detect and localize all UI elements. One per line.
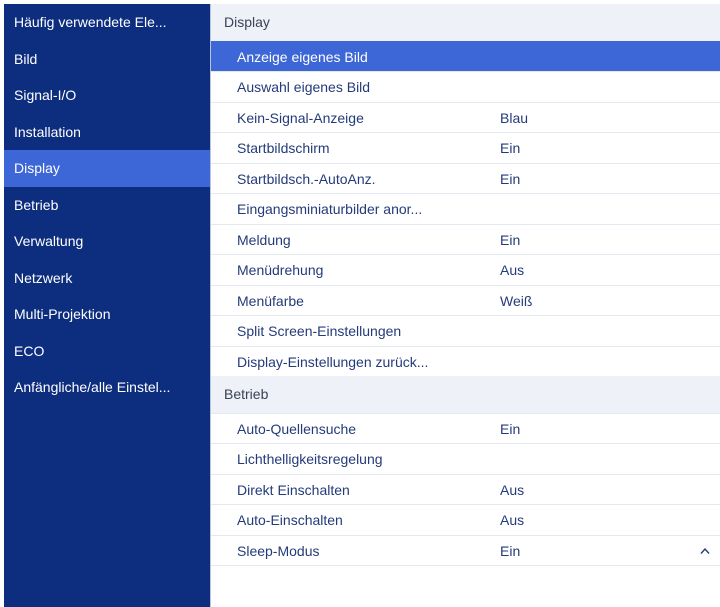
- row-label: Startbildsch.-AutoAnz.: [237, 170, 376, 187]
- sidebar-item-eco[interactable]: ECO: [4, 333, 210, 370]
- section-header-betrieb: Betrieb: [211, 376, 720, 413]
- sidebar-item-signal-io[interactable]: Signal-I/O: [4, 77, 210, 114]
- row-label: Menüfarbe: [237, 292, 304, 309]
- row-value: Blau: [500, 109, 529, 126]
- menu-row[interactable]: Split Screen-Einstellungen: [211, 315, 720, 346]
- category-sidebar: Häufig verwendete Ele... Bild Signal-I/O…: [4, 4, 210, 607]
- row-label: Auswahl eigenes Bild: [237, 79, 371, 95]
- menu-row[interactable]: Kein-Signal-Anzeige Blau: [211, 101, 720, 133]
- row-value: Ein: [500, 420, 521, 437]
- menu-row[interactable]: Auto-Quellensuche Ein: [211, 412, 720, 444]
- row-label: Split Screen-Einstellungen: [237, 323, 402, 339]
- settings-list: Display Anzeige eigenes Bild Auswahl eig…: [211, 4, 720, 607]
- menu-row[interactable]: Menüdrehung Aus: [211, 254, 720, 285]
- row-value: Ein: [500, 170, 521, 187]
- row-value: Aus: [500, 481, 525, 498]
- menu-row[interactable]: Direkt Einschalten Aus: [211, 473, 720, 505]
- row-value: Aus: [500, 512, 525, 528]
- menu-row[interactable]: Startbildsch.-AutoAnz. Ein: [211, 162, 720, 194]
- sidebar-item-anfaengliche[interactable]: Anfängliche/alle Einstel...: [4, 369, 210, 406]
- menu-row[interactable]: Meldung Ein: [211, 223, 720, 255]
- sidebar-item-haeufig[interactable]: Häufig verwendete Ele...: [4, 4, 210, 41]
- menu-row[interactable]: Sleep-Modus Ein: [211, 534, 720, 566]
- menu-row[interactable]: Eingangsminiaturbilder anor...: [211, 193, 720, 224]
- chevron-up-icon[interactable]: [700, 547, 710, 555]
- row-label: Startbildschirm: [237, 140, 330, 156]
- menu-row[interactable]: Anzeige eigenes Bild: [211, 40, 720, 71]
- row-label: Eingangsminiaturbilder anor...: [237, 201, 423, 217]
- row-label: Direkt Einschalten: [237, 481, 350, 498]
- row-value: Weiß: [500, 292, 533, 309]
- sidebar-item-multi-projektion[interactable]: Multi-Projektion: [4, 296, 210, 333]
- row-value: Ein: [500, 231, 521, 248]
- row-value: Ein: [500, 542, 521, 559]
- projector-menu: Häufig verwendete Ele... Bild Signal-I/O…: [4, 4, 720, 607]
- sidebar-item-betrieb[interactable]: Betrieb: [4, 187, 210, 224]
- row-label: Auto-Quellensuche: [237, 420, 357, 437]
- row-label: Menüdrehung: [237, 262, 324, 278]
- sidebar-item-netzwerk[interactable]: Netzwerk: [4, 260, 210, 297]
- menu-row[interactable]: Auto-Einschalten Aus: [211, 504, 720, 535]
- row-label: Auto-Einschalten: [237, 512, 343, 528]
- menu-row[interactable]: Menüfarbe Weiß: [211, 284, 720, 316]
- menu-row[interactable]: Lichthelligkeitsregelung: [211, 443, 720, 474]
- section-header-display: Display: [211, 4, 720, 41]
- row-value: Ein: [500, 140, 521, 156]
- row-label: Sleep-Modus: [237, 542, 320, 559]
- sidebar-item-verwaltung[interactable]: Verwaltung: [4, 223, 210, 260]
- sidebar-item-display[interactable]: Display: [4, 150, 210, 187]
- menu-row[interactable]: Display-Einstellungen zurück...: [211, 345, 720, 377]
- row-label: Kein-Signal-Anzeige: [237, 109, 364, 126]
- menu-row-partial: [211, 565, 720, 585]
- row-value: Aus: [500, 262, 525, 278]
- row-label: Lichthelligkeitsregelung: [237, 451, 383, 467]
- row-label: Meldung: [237, 231, 291, 248]
- menu-row[interactable]: Startbildschirm Ein: [211, 132, 720, 163]
- menu-row[interactable]: Auswahl eigenes Bild: [211, 71, 720, 102]
- sidebar-item-bild[interactable]: Bild: [4, 41, 210, 78]
- sidebar-item-installation[interactable]: Installation: [4, 114, 210, 151]
- row-label: Display-Einstellungen zurück...: [237, 353, 429, 370]
- row-label: Anzeige eigenes Bild: [237, 48, 368, 65]
